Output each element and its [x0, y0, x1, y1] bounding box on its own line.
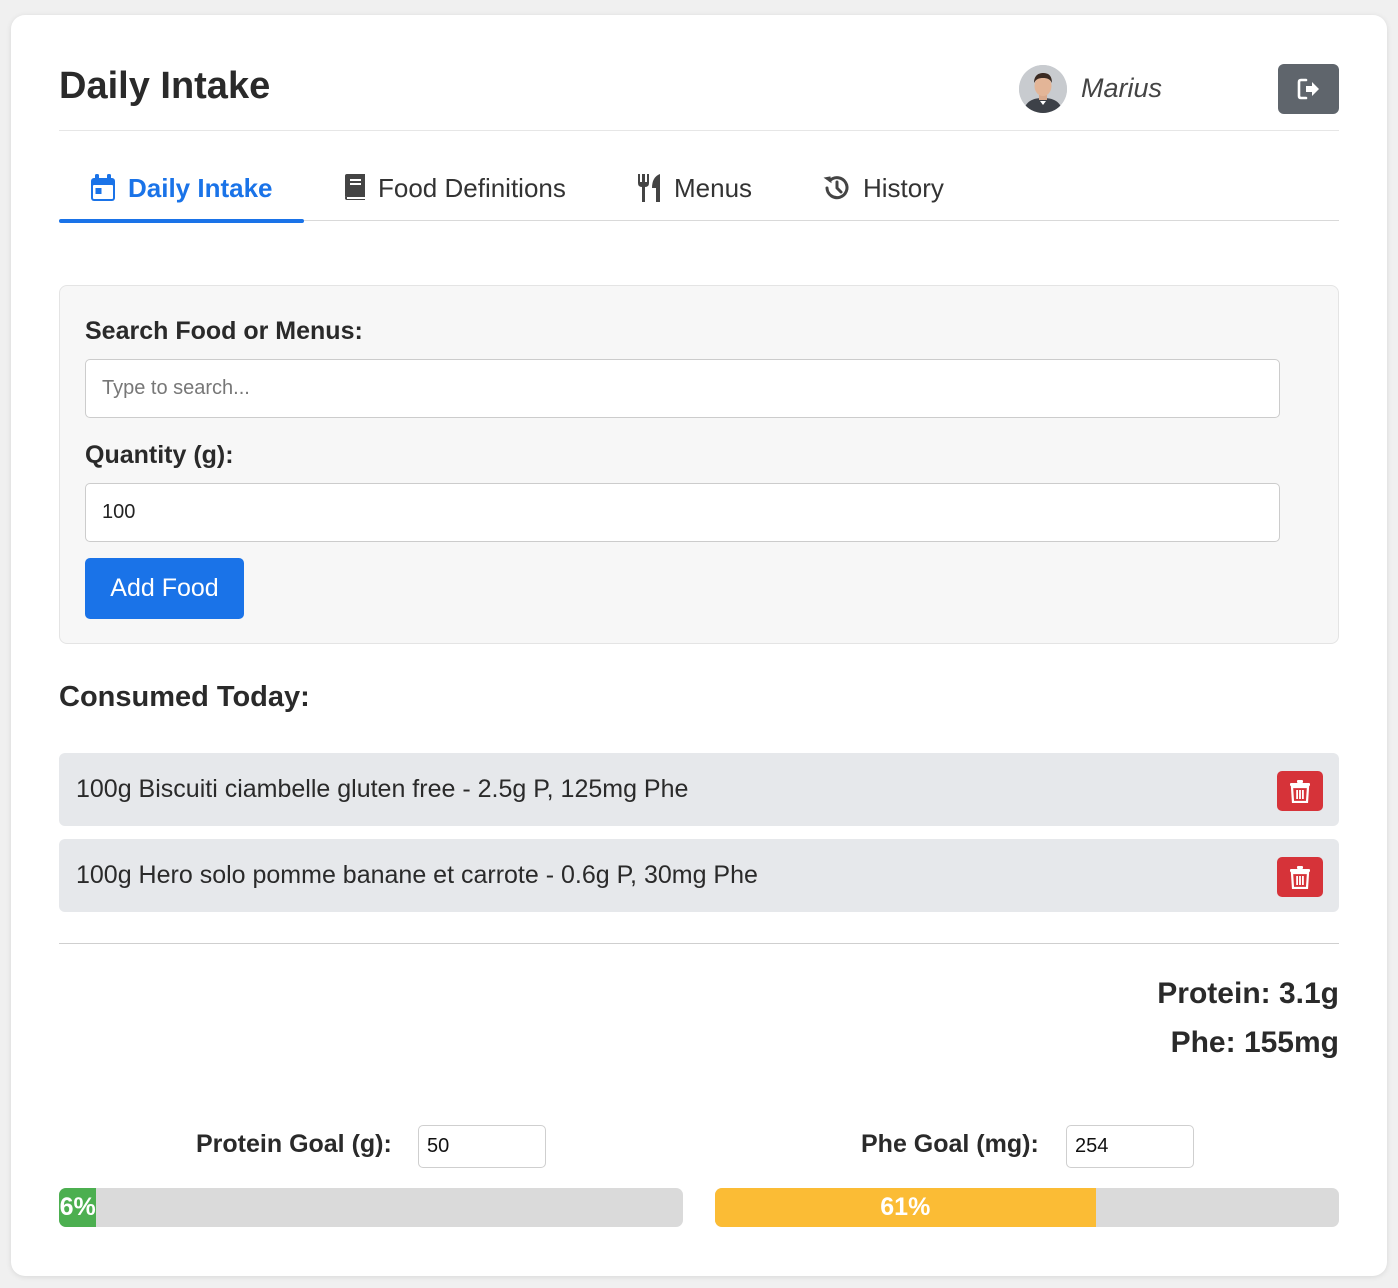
- item-text: 100g Biscuiti ciambelle gluten free - 2.…: [76, 775, 689, 803]
- quantity-label: Quantity (g):: [85, 441, 234, 469]
- protein-goal-input[interactable]: [418, 1125, 546, 1168]
- add-food-form: Search Food or Menus: Quantity (g): Add …: [59, 285, 1339, 644]
- item-text: 100g Hero solo pomme banane et carrote -…: [76, 861, 758, 889]
- phe-total: Phe: 155mg: [1170, 1026, 1339, 1059]
- phe-progress-fill: 61%: [715, 1188, 1096, 1227]
- divider: [59, 943, 1339, 944]
- tab-label: Food Definitions: [378, 172, 566, 203]
- phe-progress-bar: 61%: [715, 1188, 1339, 1227]
- book-icon: [345, 174, 365, 200]
- page-title: Daily Intake: [59, 65, 271, 107]
- list-item: 100g Biscuiti ciambelle gluten free - 2.…: [59, 753, 1339, 826]
- trash-icon: [1290, 779, 1310, 803]
- tab-label: Daily Intake: [128, 172, 273, 203]
- tab-food-definitions[interactable]: Food Definitions: [311, 155, 597, 221]
- user-name: Marius: [1081, 73, 1163, 103]
- avatar-image: [1019, 65, 1067, 113]
- tab-daily-intake[interactable]: Daily Intake: [59, 155, 304, 223]
- tab-label: Menus: [674, 172, 753, 203]
- protein-goal-label: Protein Goal (g):: [196, 1130, 392, 1158]
- tab-label: History: [863, 172, 944, 203]
- delete-button[interactable]: [1277, 771, 1323, 811]
- protein-progress-fill: 6%: [59, 1188, 97, 1227]
- protein-total: Protein: 3.1g: [1157, 977, 1339, 1010]
- header: Daily Intake Marius: [59, 15, 1339, 131]
- app-card: Daily Intake Marius Daily Intake Food De…: [11, 15, 1387, 1276]
- search-input[interactable]: [85, 359, 1280, 418]
- delete-button[interactable]: [1277, 857, 1323, 897]
- phe-goal-input[interactable]: [1066, 1125, 1194, 1168]
- trash-icon: [1290, 865, 1310, 889]
- phe-goal-label: Phe Goal (mg):: [861, 1130, 1039, 1158]
- consumed-title: Consumed Today:: [59, 681, 310, 713]
- quantity-input[interactable]: [85, 483, 1280, 542]
- utensils-icon: [638, 174, 660, 202]
- tab-bar: Daily Intake Food Definitions Menus Hist…: [59, 155, 1339, 223]
- sign-out-icon: [1297, 78, 1319, 100]
- tab-history[interactable]: History: [790, 155, 975, 221]
- avatar: [1019, 65, 1067, 113]
- add-food-button[interactable]: Add Food: [85, 558, 244, 619]
- tab-menus[interactable]: Menus: [605, 155, 783, 221]
- protein-progress-bar: 6%: [59, 1188, 683, 1227]
- search-label: Search Food or Menus:: [85, 317, 363, 345]
- history-icon: [823, 176, 849, 200]
- calendar-icon: [91, 174, 115, 201]
- list-item: 100g Hero solo pomme banane et carrote -…: [59, 839, 1339, 912]
- logout-button[interactable]: [1278, 64, 1339, 114]
